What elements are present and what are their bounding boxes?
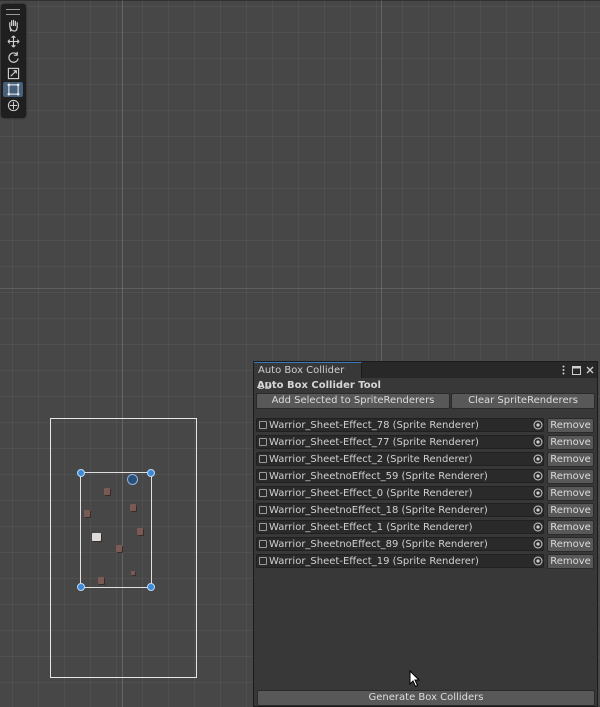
- auto-box-collider-window: Auto Box Collider 2D Auto Box Collider T…: [253, 361, 598, 707]
- sprite-renderer-icon: [259, 421, 267, 429]
- remove-button[interactable]: Remove: [547, 452, 594, 467]
- rect-handle-top-left[interactable]: [77, 469, 85, 477]
- sprite-renderer-row: Warrior_Sheet-Effect_78 (Sprite Renderer…: [256, 417, 595, 434]
- sprite-renderer-field[interactable]: Warrior_Sheet-Effect_0 (Sprite Renderer): [256, 486, 544, 500]
- sprite-renderer-name: Warrior_Sheet-Effect_77 (Sprite Renderer…: [269, 437, 479, 448]
- sprite-renderer-row: Warrior_Sheet-Effect_0 (Sprite Renderer)…: [256, 485, 595, 502]
- sprite-renderer-field[interactable]: Warrior_Sheet-Effect_77 (Sprite Renderer…: [256, 435, 544, 449]
- sprite-renderer-name: Warrior_SheetnoEffect_89 (Sprite Rendere…: [269, 539, 488, 550]
- sprite-renderer-icon: [259, 455, 267, 463]
- object-picker-icon[interactable]: [532, 537, 544, 551]
- sprite-renderer-icon: [259, 438, 267, 446]
- remove-button[interactable]: Remove: [547, 554, 594, 569]
- sprite-renderer-name: Warrior_Sheet-Effect_1 (Sprite Renderer): [269, 522, 473, 533]
- sprite-renderer-name: Warrior_Sheet-Effect_0 (Sprite Renderer): [269, 488, 473, 499]
- scene-tools-toolbar: [1, 4, 26, 118]
- rect-tool-button[interactable]: [3, 82, 23, 97]
- object-picker-icon[interactable]: [532, 554, 544, 568]
- sprite-renderer-list: Warrior_Sheet-Effect_78 (Sprite Renderer…: [256, 417, 595, 570]
- close-icon[interactable]: [585, 364, 594, 376]
- sprite-renderer-field[interactable]: Warrior_SheetnoEffect_89 (Sprite Rendere…: [256, 537, 544, 551]
- sprite-renderer-name: Warrior_Sheet-Effect_2 (Sprite Renderer): [269, 454, 473, 465]
- rect-handle-bottom-right[interactable]: [147, 583, 155, 591]
- hand-icon: [8, 19, 18, 32]
- sprite-renderer-row: Warrior_Sheet-Effect_1 (Sprite Renderer)…: [256, 519, 595, 536]
- sprite-renderer-row: Warrior_SheetnoEffect_18 (Sprite Rendere…: [256, 502, 595, 519]
- pivot-handle[interactable]: [127, 474, 138, 485]
- sprite-renderer-icon: [259, 472, 267, 480]
- sprite-renderer-field[interactable]: Warrior_SheetnoEffect_18 (Sprite Rendere…: [256, 503, 544, 517]
- clear-sprite-renderers-button[interactable]: Clear SpriteRenderers: [451, 393, 595, 409]
- remove-button[interactable]: Remove: [547, 520, 594, 535]
- sprite-renderer-icon: [259, 506, 267, 514]
- object-picker-icon[interactable]: [532, 452, 544, 466]
- warrior-sprite[interactable]: [130, 504, 136, 511]
- sprite-renderer-name: Warrior_SheetnoEffect_59 (Sprite Rendere…: [269, 471, 488, 482]
- remove-button[interactable]: Remove: [547, 537, 594, 552]
- sprite-renderer-icon: [259, 523, 267, 531]
- rotate-tool-button[interactable]: [3, 50, 23, 65]
- move-tool-button[interactable]: [3, 34, 23, 49]
- toolbar-grip[interactable]: [6, 9, 20, 15]
- transform-tool-button[interactable]: [3, 98, 23, 113]
- object-picker-icon[interactable]: [532, 435, 544, 449]
- sprite-renderer-icon: [259, 540, 267, 548]
- sprite-renderer-icon: [259, 489, 267, 497]
- scene-top-edge: [0, 0, 600, 1]
- warrior-sprite[interactable]: [104, 488, 110, 495]
- move-arrows-icon: [7, 35, 19, 48]
- sprite-renderer-name: Warrior_SheetnoEffect_18 (Sprite Rendere…: [269, 505, 488, 516]
- scale-icon: [7, 67, 19, 80]
- object-picker-icon[interactable]: [532, 469, 544, 483]
- hand-tool-button[interactable]: [3, 18, 23, 33]
- warrior-sprite[interactable]: [84, 510, 90, 517]
- window-tab-bar: Auto Box Collider 2D: [254, 362, 597, 392]
- more-options-icon[interactable]: [559, 364, 568, 376]
- remove-button[interactable]: Remove: [547, 418, 594, 433]
- tab-auto-box-collider-2d[interactable]: Auto Box Collider 2D: [254, 362, 362, 392]
- sprite-renderer-field[interactable]: Warrior_Sheet-Effect_19 (Sprite Renderer…: [256, 554, 544, 568]
- sprite-renderer-row: Warrior_SheetnoEffect_89 (Sprite Rendere…: [256, 536, 595, 553]
- sprite-renderer-name: Warrior_Sheet-Effect_19 (Sprite Renderer…: [269, 556, 479, 567]
- generate-box-colliders-button[interactable]: Generate Box Colliders: [257, 690, 595, 706]
- object-picker-icon[interactable]: [532, 503, 544, 517]
- add-selected-button[interactable]: Add Selected to SpriteRenderers: [256, 393, 450, 409]
- sprite-renderer-field[interactable]: Warrior_Sheet-Effect_1 (Sprite Renderer): [256, 520, 544, 534]
- warrior-sprite[interactable]: [98, 577, 104, 584]
- sprite-renderer-row: Warrior_Sheet-Effect_2 (Sprite Renderer)…: [256, 451, 595, 468]
- sprite-renderer-row: Warrior_Sheet-Effect_19 (Sprite Renderer…: [256, 553, 595, 570]
- object-picker-icon[interactable]: [532, 486, 544, 500]
- rect-handle-bottom-left[interactable]: [77, 583, 85, 591]
- rect-handle-top-right[interactable]: [147, 469, 155, 477]
- remove-button[interactable]: Remove: [547, 435, 594, 450]
- remove-button[interactable]: Remove: [547, 469, 594, 484]
- warrior-sprite[interactable]: [137, 528, 143, 535]
- sprite-renderer-name: Warrior_Sheet-Effect_78 (Sprite Renderer…: [269, 420, 479, 431]
- sprite-renderer-field[interactable]: Warrior_SheetnoEffect_59 (Sprite Rendere…: [256, 469, 544, 483]
- warrior-sprite[interactable]: [116, 545, 122, 552]
- panel-title: Auto Box Collider Tool: [257, 380, 381, 391]
- sprite-renderer-row: Warrior_SheetnoEffect_59 (Sprite Rendere…: [256, 468, 595, 485]
- object-picker-icon[interactable]: [532, 520, 544, 534]
- sprite-renderer-icon: [259, 557, 267, 565]
- remove-button[interactable]: Remove: [547, 486, 594, 501]
- scale-tool-button[interactable]: [3, 66, 23, 81]
- mouse-cursor-icon: [409, 670, 421, 688]
- sprite-renderer-field[interactable]: Warrior_Sheet-Effect_2 (Sprite Renderer): [256, 452, 544, 466]
- maximize-icon[interactable]: [572, 364, 581, 376]
- transform-icon: [7, 99, 19, 112]
- rect-transform-icon: [7, 83, 19, 96]
- warrior-effect-sprite[interactable]: [92, 533, 101, 541]
- rotate-icon: [7, 51, 19, 63]
- sprite-renderer-field[interactable]: Warrior_Sheet-Effect_78 (Sprite Renderer…: [256, 418, 544, 432]
- sprite-renderer-row: Warrior_Sheet-Effect_77 (Sprite Renderer…: [256, 434, 595, 451]
- object-picker-icon[interactable]: [532, 418, 544, 432]
- grid-line-horizontal: [0, 288, 600, 289]
- remove-button[interactable]: Remove: [547, 503, 594, 518]
- warrior-sprite[interactable]: [131, 571, 135, 575]
